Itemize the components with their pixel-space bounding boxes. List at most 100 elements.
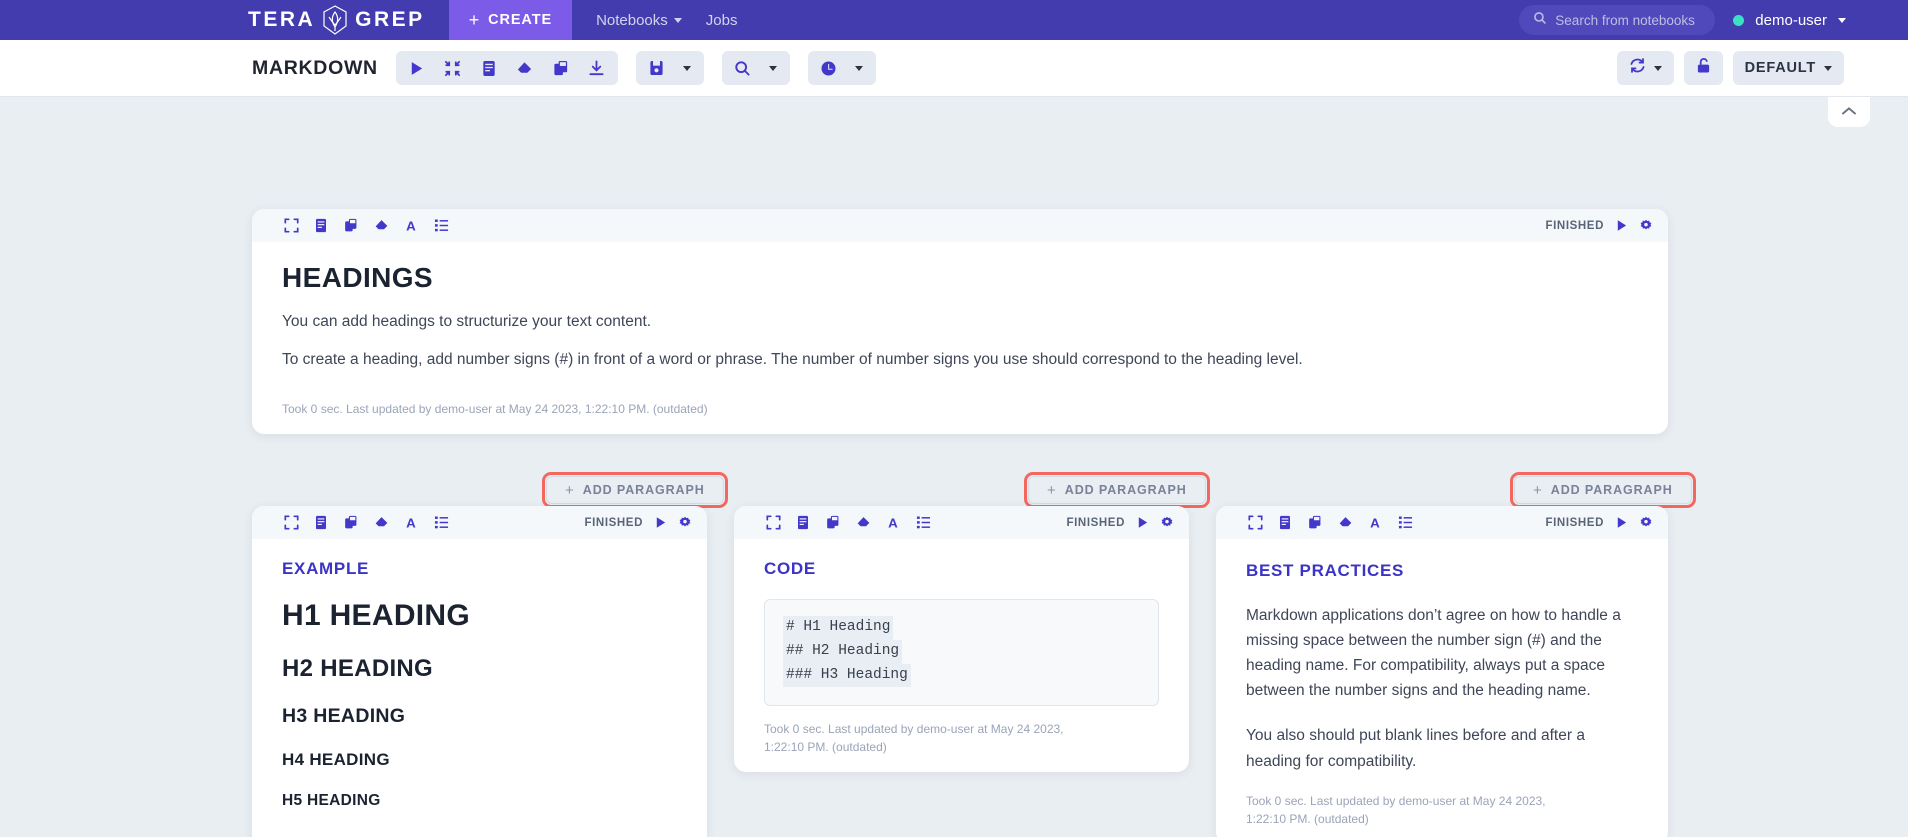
- run-paragraph-icon[interactable]: [1613, 218, 1629, 234]
- expand-icon[interactable]: [758, 508, 788, 538]
- clone-paragraph-icon[interactable]: [818, 508, 848, 538]
- heading-h5: H5 HEADING: [282, 792, 381, 809]
- show-hide-editor-icon[interactable]: [306, 508, 336, 538]
- refresh-group[interactable]: [1616, 51, 1674, 85]
- svg-text:A: A: [406, 516, 416, 531]
- status-badge: FINISHED: [584, 516, 643, 529]
- search-dropdown-toggle[interactable]: [761, 51, 787, 85]
- paragraph-footer: Took 0 sec. Last updated by demo-user at…: [282, 402, 708, 417]
- add-paragraph-button[interactable]: + ADD PARAGRAPH: [546, 476, 724, 504]
- line-numbers-icon[interactable]: [426, 211, 456, 241]
- paragraph-card-example: A FINISHED EXAMPLE H1 HEADING H2 HEADING…: [252, 506, 707, 837]
- clear-output-icon[interactable]: [366, 508, 396, 538]
- schedule-dropdown-toggle[interactable]: [847, 51, 873, 85]
- section-title: BEST PRACTICES: [1246, 561, 1405, 580]
- user-menu[interactable]: demo-user: [1733, 12, 1846, 29]
- expand-icon[interactable]: [1240, 508, 1270, 538]
- create-button[interactable]: + CREATE: [448, 0, 573, 40]
- notebook-toolbar: MARKDOWN DEFAULT: [0, 40, 1908, 97]
- notebook-title: MARKDOWN: [252, 56, 378, 79]
- clone-paragraph-icon[interactable]: [336, 211, 366, 241]
- save-dropdown-toggle[interactable]: [675, 51, 701, 85]
- svg-text:A: A: [1370, 516, 1380, 531]
- clear-output-icon[interactable]: [507, 51, 543, 85]
- paragraph-settings-icon[interactable]: [1638, 218, 1654, 234]
- plus-icon: +: [468, 10, 481, 30]
- paragraph-content: CODE # H1 Heading ## H2 Heading ### H3 H…: [734, 539, 1189, 707]
- clone-paragraph-icon[interactable]: [1300, 508, 1330, 538]
- run-all-icon[interactable]: [399, 51, 435, 85]
- notebook-action-group: [395, 51, 618, 85]
- find-replace-icon[interactable]: [725, 51, 761, 85]
- font-size-icon[interactable]: A: [396, 211, 426, 241]
- run-paragraph-icon[interactable]: [1134, 515, 1150, 531]
- add-paragraph-label: ADD PARAGRAPH: [582, 483, 705, 497]
- clone-paragraph-icon[interactable]: [336, 508, 366, 538]
- section-title: CODE: [764, 559, 816, 578]
- notebook-search-input[interactable]: Search from notebooks: [1519, 5, 1716, 35]
- paragraph-toolbar: A FINISHED: [252, 506, 707, 539]
- clear-output-icon[interactable]: [366, 211, 396, 241]
- paragraph-card-headings: A FINISHED HEADINGS You can add headings…: [252, 209, 1668, 435]
- brand-logo-wordmark[interactable]: TERA GREP: [248, 5, 425, 35]
- teragrep-leaf-icon: [322, 5, 348, 35]
- search-group: [721, 51, 790, 85]
- chevron-down-icon: [1824, 65, 1832, 71]
- notebook-canvas: A FINISHED HEADINGS You can add headings…: [0, 97, 1908, 837]
- paragraph-settings-icon[interactable]: [677, 515, 693, 531]
- font-size-icon[interactable]: A: [396, 508, 426, 538]
- paragraph-footer: Took 0 sec. Last updated by demo-user at…: [252, 828, 707, 837]
- code-line: ### H3 Heading: [783, 663, 911, 688]
- show-hide-editor-icon[interactable]: [788, 508, 818, 538]
- chevron-down-icon: [854, 65, 863, 71]
- nav-item-jobs[interactable]: Jobs: [706, 12, 738, 29]
- plus-icon: +: [565, 481, 574, 499]
- clock-icon[interactable]: [811, 51, 847, 85]
- add-paragraph-highlight: + ADD PARAGRAPH: [1024, 472, 1210, 508]
- collapse-all-icon[interactable]: [435, 51, 471, 85]
- create-button-label: CREATE: [488, 12, 553, 28]
- paragraph-settings-icon[interactable]: [1159, 515, 1175, 531]
- code-line: # H1 Heading: [783, 616, 894, 640]
- clone-notebook-icon[interactable]: [543, 51, 579, 85]
- run-paragraph-icon[interactable]: [1613, 515, 1629, 531]
- paragraph-status-cluster: FINISHED: [1546, 218, 1654, 234]
- heading-h2: H2 HEADING: [282, 655, 434, 682]
- chevron-down-icon: [1653, 65, 1662, 71]
- collapse-notebook-button[interactable]: [1828, 97, 1870, 127]
- line-numbers-icon[interactable]: [908, 508, 938, 538]
- paragraph-content: BEST PRACTICES Markdown applications don…: [1216, 539, 1668, 774]
- paragraph-card-code: A FINISHED CODE # H1 Heading ## H2 Headi…: [734, 506, 1189, 773]
- run-paragraph-icon[interactable]: [652, 515, 668, 531]
- font-size-icon[interactable]: A: [878, 508, 908, 538]
- paragraph-content: EXAMPLE H1 HEADING H2 HEADING H3 HEADING…: [252, 539, 707, 810]
- expand-icon[interactable]: [276, 508, 306, 538]
- line-numbers-icon[interactable]: [1390, 508, 1420, 538]
- show-hide-editor-icon[interactable]: [306, 211, 336, 241]
- lock-toggle-button[interactable]: [1683, 51, 1723, 85]
- save-icon[interactable]: [639, 51, 675, 85]
- add-paragraph-button[interactable]: + ADD PARAGRAPH: [1028, 476, 1206, 504]
- expand-icon[interactable]: [276, 211, 306, 241]
- font-size-icon[interactable]: A: [1360, 508, 1390, 538]
- clear-output-icon[interactable]: [848, 508, 878, 538]
- line-numbers-icon[interactable]: [426, 508, 456, 538]
- plus-icon: +: [1047, 481, 1056, 499]
- interpreter-binding-dropdown[interactable]: DEFAULT: [1732, 51, 1844, 85]
- schedule-group: [807, 51, 876, 85]
- export-notebook-icon[interactable]: [579, 51, 615, 85]
- paragraph-settings-icon[interactable]: [1638, 515, 1654, 531]
- chevron-down-icon: [768, 65, 777, 71]
- show-hide-code-icon[interactable]: [471, 51, 507, 85]
- show-hide-editor-icon[interactable]: [1270, 508, 1300, 538]
- svg-text:A: A: [888, 516, 898, 531]
- online-status-icon: [1733, 14, 1745, 26]
- top-navbar: TERA GREP + CREATE Notebooks Jobs Search…: [0, 0, 1908, 40]
- status-badge: FINISHED: [1066, 516, 1125, 529]
- add-paragraph-button[interactable]: + ADD PARAGRAPH: [1514, 476, 1692, 504]
- nav-item-notebooks[interactable]: Notebooks: [596, 12, 682, 29]
- toolbar-right-cluster: DEFAULT: [1616, 51, 1844, 85]
- clear-output-icon[interactable]: [1330, 508, 1360, 538]
- add-paragraph-highlight: + ADD PARAGRAPH: [542, 472, 728, 508]
- add-paragraph-highlight: + ADD PARAGRAPH: [1510, 472, 1696, 508]
